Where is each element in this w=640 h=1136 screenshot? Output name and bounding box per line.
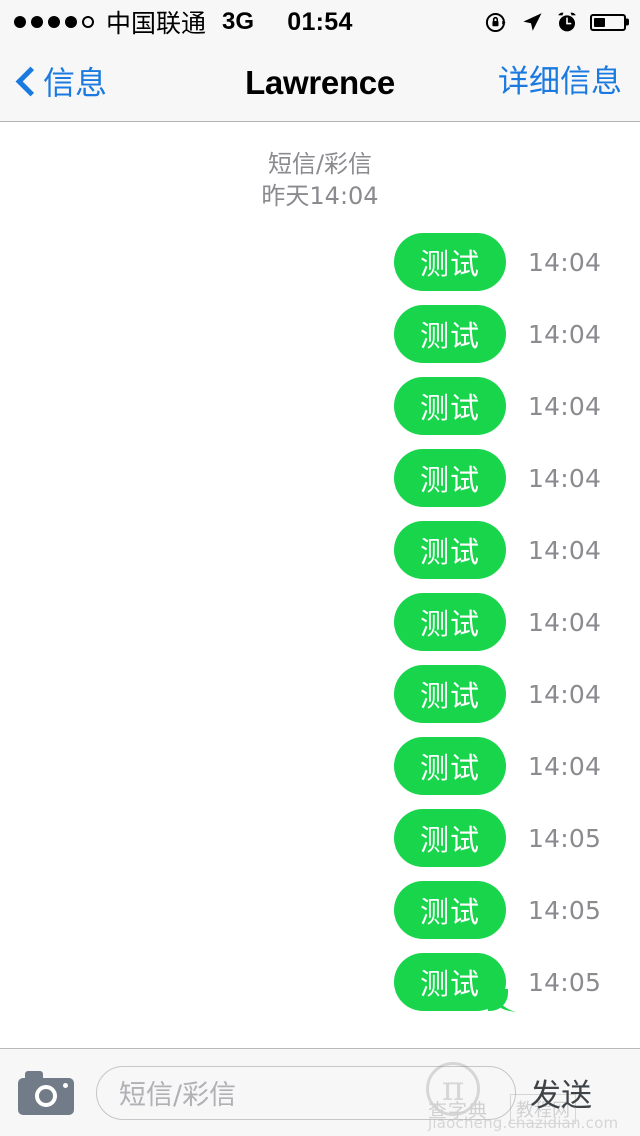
message-timestamp: 14:05 xyxy=(528,895,602,925)
message-timestamp: 14:04 xyxy=(528,463,602,493)
message-timestamp: 14:04 xyxy=(528,319,602,349)
message-row: 测试 14:04 xyxy=(0,298,640,370)
message-row: 测试 14:04 xyxy=(0,658,640,730)
alarm-clock-icon xyxy=(558,12,576,32)
messages-screen: 中国联通 3G 01:54 信息 Lawrence 详细信息 短信/彩信 昨天1… xyxy=(0,0,640,1136)
message-bubble-outgoing[interactable]: 测试 xyxy=(394,305,506,363)
signal-strength-dots xyxy=(14,16,94,28)
status-bar: 中国联通 3G 01:54 xyxy=(0,0,640,44)
conversation-date-header: 短信/彩信 昨天14:04 xyxy=(0,148,640,212)
message-rows-container: 测试 14:04 测试 14:04 测试 14:04 测试 14:04 测试 14:04 测试 14:… xyxy=(0,226,640,1018)
message-timestamp: 14:05 xyxy=(528,967,602,997)
signal-dot-filled xyxy=(48,16,60,28)
status-bar-right xyxy=(484,10,626,35)
back-button[interactable]: 信息 xyxy=(18,67,107,99)
message-row: 测试 14:05 xyxy=(0,874,640,946)
message-timestamp: 14:05 xyxy=(528,823,602,853)
network-type-label: 3G xyxy=(222,8,255,35)
message-row: 测试 14:04 xyxy=(0,442,640,514)
message-date-label: 昨天14:04 xyxy=(261,182,379,210)
status-bar-left: 中国联通 3G xyxy=(14,4,254,40)
signal-dot-empty xyxy=(82,16,94,28)
message-bubble-outgoing[interactable]: 测试 xyxy=(394,449,506,507)
camera-icon[interactable] xyxy=(18,1070,74,1115)
rotation-lock-icon xyxy=(485,12,506,32)
message-timestamp: 14:04 xyxy=(528,607,602,637)
signal-dot-filled xyxy=(65,16,77,28)
message-bubble-outgoing[interactable]: 测试 xyxy=(394,953,508,1011)
message-timestamp: 14:04 xyxy=(528,535,602,565)
message-bubble-outgoing[interactable]: 测试 xyxy=(394,233,506,291)
message-timestamp: 14:04 xyxy=(528,751,602,781)
message-input[interactable]: 短信/彩信 xyxy=(96,1065,516,1120)
chevron-left-icon xyxy=(18,67,36,99)
message-timestamp: 14:04 xyxy=(528,679,602,709)
message-timestamp: 14:04 xyxy=(528,247,602,277)
message-row: 测试 14:04 xyxy=(0,514,640,586)
signal-dot-filled xyxy=(31,16,43,28)
message-type-label: 短信/彩信 xyxy=(267,150,373,178)
message-bubble-outgoing[interactable]: 测试 xyxy=(394,809,506,867)
message-row: 测试 14:04 xyxy=(0,370,640,442)
message-bubble-outgoing[interactable]: 测试 xyxy=(394,377,506,435)
location-arrow-icon xyxy=(523,13,542,31)
message-row: 测试 14:05 xyxy=(0,946,640,1018)
message-timestamp: 14:04 xyxy=(528,391,602,421)
message-bubble-outgoing[interactable]: 测试 xyxy=(394,881,506,939)
carrier-label: 中国联通 xyxy=(106,9,207,38)
message-row: 测试 14:04 xyxy=(0,586,640,658)
message-row: 测试 14:04 xyxy=(0,730,640,802)
navigation-bar: 信息 Lawrence 详细信息 xyxy=(0,44,640,122)
message-row: 测试 14:05 xyxy=(0,802,640,874)
message-bubble-outgoing[interactable]: 测试 xyxy=(394,665,506,723)
signal-dot-filled xyxy=(14,16,26,28)
message-bubble-outgoing[interactable]: 测试 xyxy=(394,593,506,651)
details-button[interactable]: 详细信息 xyxy=(498,67,622,98)
message-bubble-outgoing[interactable]: 测试 xyxy=(394,521,506,579)
message-row: 测试 14:04 xyxy=(0,226,640,298)
message-composer-bar: 短信/彩信 发送 π 查字典 教程网 jiaocheng.chazidian.c… xyxy=(0,1048,640,1136)
back-button-label: 信息 xyxy=(43,63,108,102)
message-bubble-outgoing[interactable]: 测试 xyxy=(394,737,506,795)
send-button[interactable]: 发送 xyxy=(530,1070,592,1115)
battery-icon xyxy=(590,13,626,31)
message-list[interactable]: 短信/彩信 昨天14:04 测试 14:04 测试 14:04 测试 14:04 测试 14:… xyxy=(0,122,640,1048)
